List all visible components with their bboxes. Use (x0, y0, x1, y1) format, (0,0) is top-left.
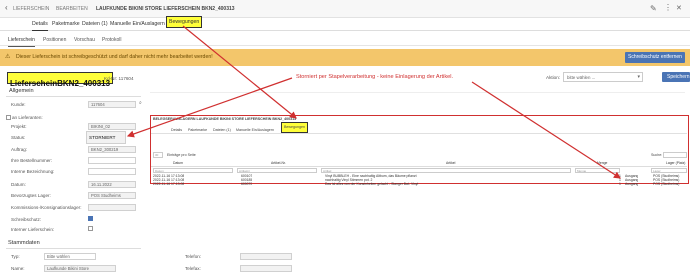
arrow-status (126, 77, 293, 138)
arrow-bewegungen-tab (182, 25, 297, 119)
arrow-movements (471, 81, 622, 179)
annotation-arrows (126, 25, 622, 179)
app-window: { "header": { "back_icon": "chevron-left… (0, 0, 690, 276)
